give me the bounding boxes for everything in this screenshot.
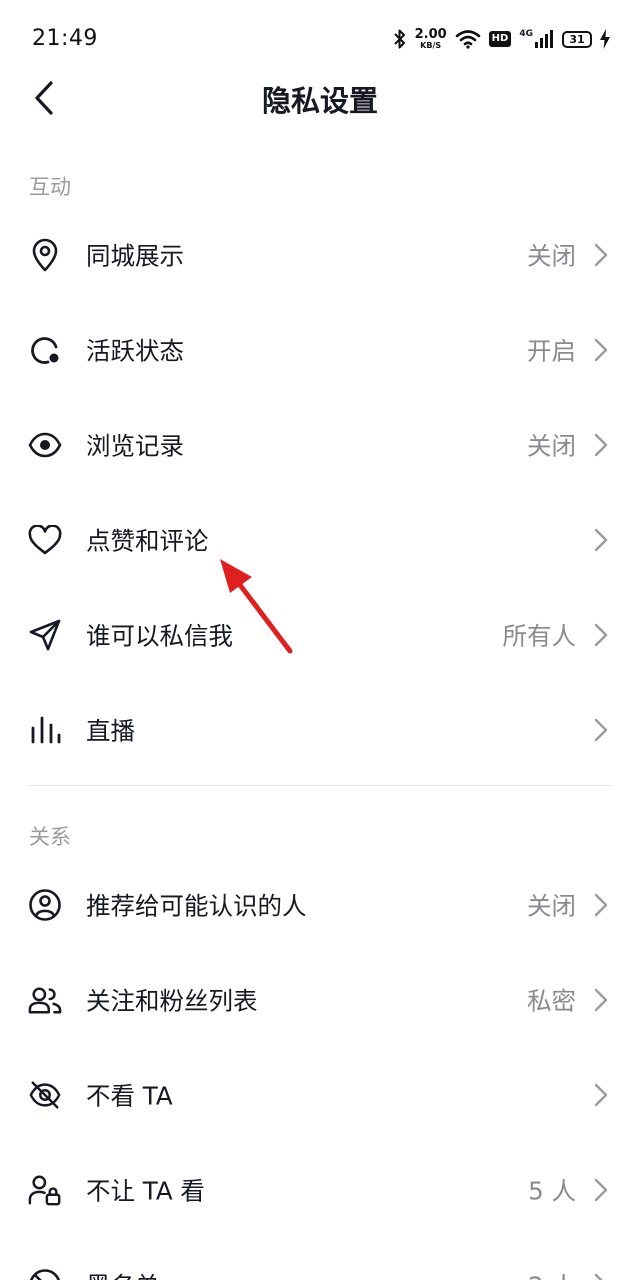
row-value: 关闭 [527,241,576,270]
row-label: 浏览记录 [86,431,184,460]
chevron-right-icon [594,893,608,916]
chevron-right-icon [594,1178,608,1201]
row-dont-see-them[interactable]: 不看 TA [0,1047,640,1142]
chevron-right-icon [594,1273,604,1280]
eye-off-icon [28,1078,62,1112]
chevron-right-icon [594,243,608,266]
nav-bar: 隐私设置 [0,66,640,130]
section-divider [28,785,612,786]
row-live[interactable]: 直播 [0,682,640,777]
chevron-right-icon [594,433,608,456]
row-browsing-history[interactable]: 浏览记录 关闭 [0,397,640,492]
row-value: 5 人 [528,1176,576,1205]
row-blacklist[interactable]: 黑名单 2 人 [0,1237,640,1280]
network-speed: 2.00 KB/S [415,28,447,50]
bars-icon [28,713,62,747]
send-icon [28,618,62,652]
row-label: 活跃状态 [86,336,184,365]
row-active-status[interactable]: 活跃状态 开启 [0,302,640,397]
eye-icon [28,428,62,462]
users-icon [28,983,62,1017]
row-value: 关闭 [527,891,576,920]
row-label: 不看 TA [86,1081,173,1110]
page-title: 隐私设置 [261,84,378,118]
cellular-signal-icon: 4G [519,29,554,49]
wifi-icon [455,29,481,49]
block-icon [28,1268,62,1280]
row-likes-comments[interactable]: 点赞和评论 [0,492,640,587]
row-label: 黑名单 [86,1267,160,1280]
row-recommend-to-acquaintances[interactable]: 推荐给可能认识的人 关闭 [0,857,640,952]
row-label: 关注和粉丝列表 [86,986,258,1015]
chevron-right-icon [594,1083,608,1106]
network-speed-unit: KB/S [420,41,442,50]
chevron-right-icon [594,988,608,1011]
privacy-settings-screen: 21:49 2.00 KB/S HD 4G 31 隐私设置 互动 同城展示 关闭… [0,0,640,1280]
row-value: 关闭 [527,431,576,460]
network-type-label: 4G [519,29,533,39]
row-label: 直播 [86,716,135,745]
row-hide-from-them[interactable]: 不让 TA 看 5 人 [0,1142,640,1237]
row-label: 谁可以私信我 [86,621,233,650]
battery-indicator: 31 [562,30,592,48]
hd-badge: HD [488,31,512,47]
row-value: 私密 [527,986,576,1015]
network-speed-value: 2.00 [414,27,447,42]
row-label: 不让 TA 看 [86,1176,205,1205]
activity-status-icon [28,333,62,367]
chevron-right-icon [594,718,608,741]
battery-level: 31 [569,32,585,46]
chevron-right-icon [594,623,608,646]
row-label: 同城展示 [86,241,184,270]
chevron-right-icon [594,338,608,361]
row-value: 开启 [527,336,576,365]
row-following-followers-list[interactable]: 关注和粉丝列表 私密 [0,952,640,1047]
row-value: 2 人 [528,1267,576,1280]
row-label: 推荐给可能认识的人 [86,891,307,920]
section-header-relationships: 关系 [29,825,71,849]
status-icons: 2.00 KB/S HD 4G 31 [393,24,610,54]
user-lock-icon [28,1173,62,1207]
bluetooth-icon [393,28,407,50]
heart-icon [28,523,62,557]
status-time: 21:49 [32,26,98,51]
row-value: 所有人 [502,621,577,650]
user-circle-icon [28,888,62,922]
row-nearby-display[interactable]: 同城展示 关闭 [0,207,640,302]
section-header-interaction: 互动 [29,175,71,199]
row-who-can-message[interactable]: 谁可以私信我 所有人 [0,587,640,682]
charging-icon [600,29,610,49]
location-pin-icon [28,238,62,272]
row-label: 点赞和评论 [86,526,209,555]
chevron-right-icon [594,528,608,551]
